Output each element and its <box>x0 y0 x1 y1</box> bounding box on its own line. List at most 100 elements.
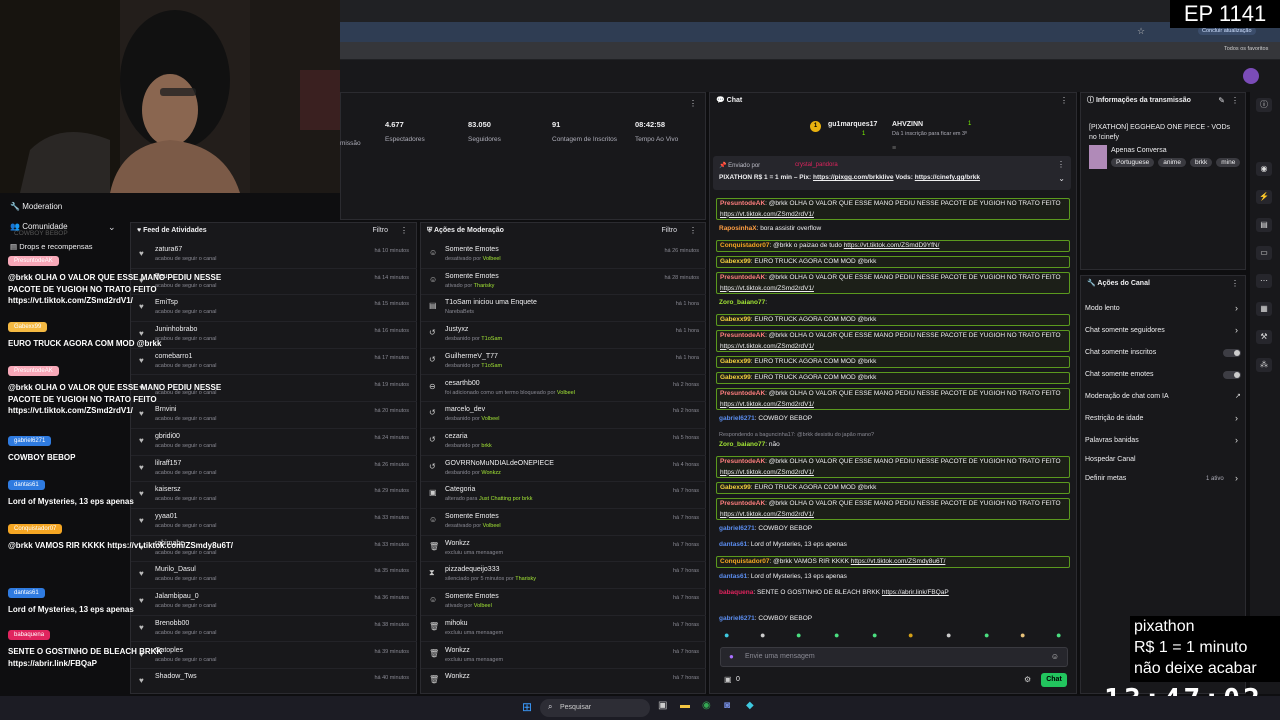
chat-message[interactable]: Gabexx99: EURO TRUCK AGORA COM MOD @brkk <box>716 482 1070 494</box>
channel-action-2[interactable]: Chat somente inscritos <box>1085 349 1156 356</box>
channel-action-8[interactable]: Definir metas <box>1085 475 1126 482</box>
channel-action-7[interactable]: Hospedar Canal <box>1085 456 1136 463</box>
chevron-right-icon[interactable]: › <box>1235 435 1238 445</box>
menu-item-moderation[interactable]: 🔧 Moderation <box>10 202 62 211</box>
chrome-icon[interactable]: ◉ <box>702 700 711 711</box>
channel-action-4[interactable]: Moderação de chat com IA <box>1085 393 1169 400</box>
list-item[interactable]: 🗑 Wonkzz excluiu uma mensagem há 7 horas <box>421 643 706 670</box>
list-item[interactable]: ↺ GuilhermeV_T77 desbanido por T1oSam há 1 … <box>421 349 706 376</box>
edit-icon[interactable]: ✎ <box>1218 96 1225 105</box>
top-user-1[interactable]: gu1marques17 <box>828 121 877 128</box>
chat-link[interactable]: https://vt.tiktok.com/ZSmd2rdV1/ <box>720 211 814 218</box>
chat-username[interactable]: Gabexx99 <box>720 484 751 491</box>
chat-link[interactable]: https://vt.tiktok.com/ZSmd2rdV1/ <box>720 511 814 518</box>
chat-username[interactable]: PresuntodeAK <box>720 274 765 281</box>
chat-username[interactable]: Gabexx99 <box>720 258 751 265</box>
chevron-down-icon[interactable]: ⌄ <box>108 222 116 233</box>
discord-icon[interactable]: ◙ <box>724 700 730 711</box>
tag-chip[interactable]: anime <box>1158 158 1186 167</box>
chat-message[interactable]: Conquistador07: @brkk o paizao de tudo h… <box>716 240 1070 252</box>
chat-message[interactable]: PresuntodeAK: @brkk OLHA O VALOR QUE ESS… <box>716 388 1070 410</box>
chat-link[interactable]: https://vt.tiktok.com/ZSmd2rdV1/ <box>720 469 814 476</box>
moderator-name[interactable]: Volbeel <box>481 416 499 422</box>
moderator-name[interactable]: T1oSam <box>481 363 502 369</box>
chat-username[interactable]: Zoro_baiano77 <box>719 299 765 306</box>
emote-icon[interactable]: ● <box>834 630 839 640</box>
chat-username[interactable]: Gabexx99 <box>720 374 751 381</box>
chat-link[interactable]: https://abrir.link/FBQaP <box>882 589 949 596</box>
list-item[interactable]: ☺ Somente Emotes ativado por Volbeel há 7 h… <box>421 589 706 616</box>
emote-icon[interactable]: ● <box>724 630 729 640</box>
moderator-name[interactable]: brkk <box>481 443 491 449</box>
moderator-name[interactable]: Volbeel <box>474 603 492 609</box>
list-item[interactable]: ⊖ cesarthb00 foi adicionado como um termo … <box>421 376 706 403</box>
chat-message[interactable]: gabriel6271: COWBOY BEBOP <box>716 614 1070 626</box>
taskbar-search[interactable]: ⌕ Pesquisar <box>540 699 650 717</box>
chat-username[interactable]: babaquena <box>719 589 753 596</box>
share-icon[interactable]: ⁂ <box>1256 358 1272 372</box>
lightning-icon[interactable]: ⚡ <box>1256 190 1272 204</box>
chat-message[interactable]: Zoro_baiano77: não <box>716 440 1070 452</box>
document-icon[interactable]: ▤ <box>1256 218 1272 232</box>
list-item[interactable]: ↺ GOVRRNoMuNDIALdeONEPIECE desbanido por W… <box>421 456 706 483</box>
list-item[interactable]: ▣ Categoria alterado para Just Chatting po… <box>421 482 706 509</box>
chat-link[interactable]: https://vt.tiktok.com/ZSmd2rdV1/ <box>720 285 814 292</box>
chat-username[interactable]: dantas61 <box>719 573 747 580</box>
chat-username[interactable]: PresuntodeAK <box>720 390 765 397</box>
channel-action-5[interactable]: Restrição de idade <box>1085 415 1143 422</box>
chat-message[interactable]: PresuntodeAK: @brkk OLHA O VALOR QUE ESS… <box>716 498 1070 520</box>
list-item[interactable]: ⧗ pizzadequeijo333 silenciado por 5 minuto… <box>421 562 706 590</box>
chat-username[interactable]: gabriel6271 <box>719 615 755 622</box>
chat-message[interactable]: PresuntodeAK: @brkk OLHA O VALOR QUE ESS… <box>716 456 1070 478</box>
list-item[interactable]: 🗑 Wonkzz excluiu uma mensagem há 7 horas <box>421 536 706 563</box>
emote-icon[interactable]: ● <box>946 630 951 640</box>
all-bookmarks-link[interactable]: Todos os favoritos <box>1224 46 1268 52</box>
bookmark-star-icon[interactable]: ☆ <box>1137 26 1145 37</box>
chevron-down-icon[interactable]: ⌄ <box>1058 174 1065 183</box>
chat-message[interactable]: dantas61: Lord of Mysteries, 13 eps apen… <box>716 572 1070 584</box>
external-link-icon[interactable]: ↗ <box>1235 392 1241 400</box>
chat-username[interactable]: dantas61 <box>719 541 747 548</box>
emote-icon[interactable]: ● <box>908 630 913 640</box>
code-icon[interactable]: ⋯ <box>1256 274 1272 288</box>
chat-message[interactable]: Conquistador07: @brkk VAMOS RIR KKKK htt… <box>716 556 1070 568</box>
pin-icon[interactable]: ⋮ <box>1057 160 1065 169</box>
chevron-right-icon[interactable]: › <box>1235 473 1238 483</box>
emote-icon[interactable]: ● <box>796 630 801 640</box>
chat-message[interactable]: RaposinhaX: bora assistir overflow <box>716 224 1070 236</box>
chevron-right-icon[interactable]: › <box>1235 325 1238 335</box>
chat-input[interactable]: ● Envie uma mensagem ☺ <box>720 647 1068 667</box>
pinned-link-pix[interactable]: https://pixgg.com/brkklive <box>813 174 894 181</box>
chat-message[interactable]: PresuntodeAK: @brkk OLHA O VALOR QUE ESS… <box>716 198 1070 220</box>
moderator-name[interactable]: Volbeel <box>483 523 501 529</box>
chevron-right-icon[interactable]: › <box>1235 413 1238 423</box>
chat-message[interactable]: Gabexx99: EURO TRUCK AGORA COM MOD @brkk <box>716 256 1070 268</box>
wrench-icon[interactable]: ⚒ <box>1256 330 1272 344</box>
browser-url-bar[interactable]: ☆ Concluir atualização <box>340 22 1280 42</box>
more-icon[interactable]: ⋮ <box>1060 96 1068 105</box>
settings-gear-icon[interactable]: ⚙ <box>1024 675 1031 684</box>
collapse-icon[interactable]: ≡ <box>892 145 896 152</box>
list-item[interactable]: 🗑 mihoku excluiu uma mensagem há 7 horas <box>421 616 706 643</box>
pinned-by-user[interactable]: crystal_pandora <box>795 162 838 168</box>
chat-message[interactable]: PresuntodeAK: @brkk OLHA O VALOR QUE ESS… <box>716 272 1070 294</box>
chat-username[interactable]: PresuntodeAK <box>720 500 765 507</box>
moderator-name[interactable]: T1oSam <box>481 336 502 342</box>
list-item[interactable]: ☺ Somente Emotes desativado por Volbeel há … <box>421 509 706 536</box>
chat-message[interactable]: Gabexx99: EURO TRUCK AGORA COM MOD @brkk <box>716 356 1070 368</box>
list-item[interactable]: ☺ Somente Emotes desativado por Volbeel há … <box>421 242 706 269</box>
chat-link[interactable]: https://vt.tiktok.com/ZSmdD9YfN/ <box>844 242 940 249</box>
chat-message[interactable]: babaquena: SENTE O GOSTINHO DE BLEACH BR… <box>716 588 1070 610</box>
chat-icon[interactable]: ▭ <box>1256 246 1272 260</box>
list-item[interactable]: 🗑 Wonkzz há 7 horas <box>421 669 706 692</box>
chat-message[interactable]: Gabexx99: EURO TRUCK AGORA COM MOD @brkk <box>716 372 1070 384</box>
chat-send-button[interactable]: Chat <box>1041 673 1067 687</box>
chat-username[interactable]: PresuntodeAK <box>720 332 765 339</box>
channel-points-icon[interactable]: ▣ <box>724 675 732 684</box>
chat-message[interactable]: dantas61: Lord of Mysteries, 13 eps apen… <box>716 540 1070 552</box>
emote-picker-icon[interactable]: ☺ <box>1051 652 1059 661</box>
chat-username[interactable]: gabriel6271 <box>719 415 755 422</box>
top-user-2[interactable]: AHVZINN <box>892 121 923 128</box>
toggle-switch[interactable] <box>1223 371 1241 379</box>
list-item[interactable]: ☺ Somente Emotes ativado por Tharisky há 28… <box>421 269 706 296</box>
